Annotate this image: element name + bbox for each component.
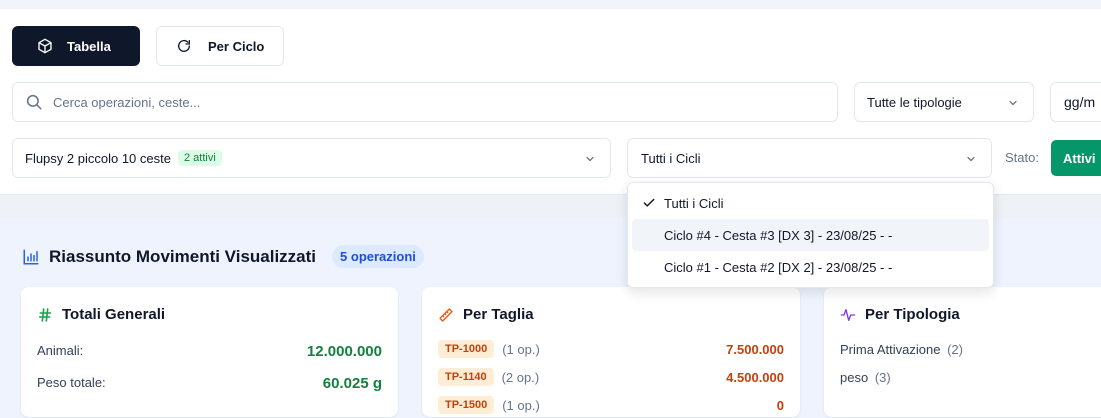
chevron-down-icon	[586, 156, 594, 162]
size-ops: (1 op.)	[502, 397, 540, 413]
type-label: peso	[840, 370, 869, 385]
totals-card-title: Totali Generali	[37, 306, 165, 323]
cycle-option-label: Ciclo #1 - Cesta #2 [DX 2] - 23/08/25 - …	[664, 259, 893, 275]
search-field[interactable]: Cerca operazioni, ceste...	[12, 82, 838, 122]
ruler-icon	[439, 307, 453, 322]
size-tag: TP-1000	[438, 340, 495, 358]
search-input-placeholder: Cerca operazioni, ceste...	[53, 94, 201, 110]
size-ops: (2 op.)	[501, 369, 540, 385]
search-icon	[26, 94, 42, 110]
cycle-view-label: Per Ciclo	[208, 38, 265, 54]
size-row: TP-1500 (1 op.) 0	[438, 395, 784, 415]
animals-label: Animali:	[37, 343, 84, 358]
filter-panel: Tabella Per Ciclo Cerca operazioni, cest…	[0, 9, 1101, 195]
type-select[interactable]: Tutte le tipologie	[854, 82, 1034, 122]
date-input-placeholder: gg/m	[1064, 94, 1096, 110]
status-active-button[interactable]: Attivi	[1051, 140, 1101, 176]
cube-icon	[38, 38, 52, 54]
size-card-title: Per Taglia	[438, 306, 534, 323]
activity-icon	[840, 308, 856, 321]
top-strip	[0, 0, 1101, 9]
size-row: TP-1140 (2 op.) 4.500.000	[438, 367, 784, 387]
status-label: Stato:	[1005, 150, 1039, 165]
type-title: Per Tipologia	[865, 306, 960, 323]
type-count: (3)	[874, 370, 891, 385]
cycle-option-label: Tutti i Cicli	[664, 195, 724, 211]
table-view-button[interactable]: Tabella	[12, 26, 140, 66]
totals-card: Totali Generali Animali: 12.000.000 Peso…	[21, 287, 398, 417]
cycle-view-button[interactable]: Per Ciclo	[156, 26, 284, 66]
summary-title: Riassunto Movimenti Visualizzati	[49, 246, 317, 266]
size-row: TP-1000 (1 op.) 7.500.000	[438, 339, 784, 359]
cycle-option-4[interactable]: Ciclo #4 - Cesta #3 [DX 3] - 23/08/25 - …	[632, 219, 989, 251]
hash-icon	[38, 307, 52, 322]
active-count-badge: 2 attivi	[177, 150, 222, 166]
type-row: Prima Attivazione (2)	[840, 342, 963, 357]
chevron-down-icon	[1009, 100, 1017, 106]
size-tag: TP-1500	[438, 396, 495, 414]
type-card: Per Tipologia Prima Attivazione (2) peso…	[824, 287, 1101, 417]
cycle-select[interactable]: Tutti i Cicli	[627, 138, 992, 178]
check-icon	[643, 198, 655, 207]
size-ops: (1 op.)	[502, 341, 540, 357]
cycle-option-label: Ciclo #4 - Cesta #3 [DX 3] - 23/08/25 - …	[664, 227, 893, 243]
flupsy-select[interactable]: Flupsy 2 piccolo 10 ceste 2 attivi	[12, 138, 611, 178]
table-view-label: Tabella	[67, 38, 111, 54]
type-label: Prima Attivazione	[840, 342, 941, 357]
cycle-dropdown-menu: Tutti i Cicli Ciclo #4 - Cesta #3 [DX 3]…	[627, 182, 994, 288]
bar-chart-icon	[23, 249, 39, 264]
totals-title: Totali Generali	[62, 306, 166, 323]
size-tag: TP-1140	[438, 368, 494, 386]
cycle-select-value: Tutti i Cicli	[641, 150, 701, 166]
type-card-title: Per Tipologia	[840, 306, 960, 323]
type-count: (2)	[947, 342, 963, 357]
animals-value: 12.000.000	[306, 343, 382, 360]
cycle-option-1[interactable]: Ciclo #1 - Cesta #2 [DX 2] - 23/08/25 - …	[632, 251, 989, 283]
size-value: 7.500.000	[726, 341, 784, 357]
total-weight-value: 60.025 g	[322, 375, 382, 392]
size-card: Per Taglia TP-1000 (1 op.) 7.500.000 TP-…	[422, 287, 800, 417]
total-weight-label: Peso totale:	[37, 375, 106, 390]
operations-count-badge: 5 operazioni	[332, 245, 424, 268]
chevron-down-icon	[967, 156, 975, 162]
size-value: 0	[776, 397, 784, 413]
type-row: peso (3)	[840, 370, 891, 385]
size-title: Per Taglia	[463, 306, 534, 323]
summary-header: Riassunto Movimenti Visualizzati 5 opera…	[22, 245, 424, 268]
refresh-icon	[178, 39, 190, 52]
cycle-option-all[interactable]: Tutti i Cicli	[632, 187, 989, 219]
date-input[interactable]: gg/m	[1050, 82, 1101, 122]
flupsy-select-value: Flupsy 2 piccolo 10 ceste	[25, 150, 171, 166]
type-select-value: Tutte le tipologie	[867, 94, 962, 110]
status-active-label: Attivi	[1063, 150, 1096, 166]
size-value: 4.500.000	[726, 369, 784, 385]
